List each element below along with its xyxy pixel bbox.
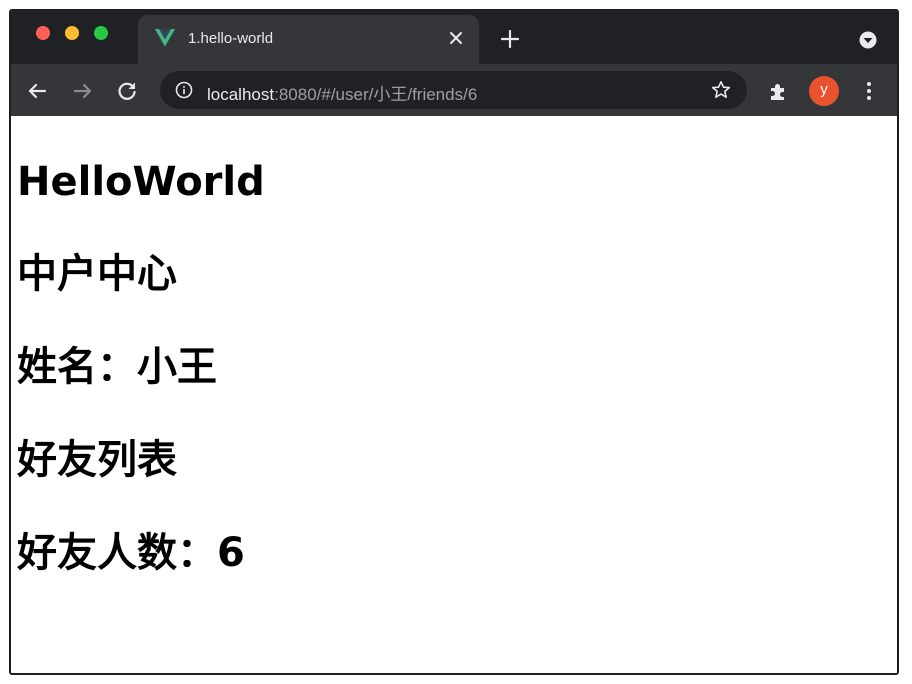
browser-window: 1.hello-world localhost:8080/#/user/小王/f… (9, 9, 899, 675)
close-tab-icon[interactable] (448, 30, 464, 46)
minimize-window-button[interactable] (65, 26, 79, 40)
bookmark-star-icon[interactable] (711, 80, 731, 100)
vue-logo-icon (155, 29, 175, 47)
forward-arrow-icon[interactable] (72, 80, 94, 102)
tab-hello-world[interactable]: 1.hello-world (138, 15, 479, 64)
url-text: localhost:8080/#/user/小王/friends/6 (207, 80, 477, 105)
tab-strip: 1.hello-world (11, 11, 897, 64)
browser-toolbar: localhost:8080/#/user/小王/friends/6 y (11, 64, 897, 116)
info-icon[interactable] (175, 81, 193, 99)
extensions-puzzle-icon[interactable] (767, 80, 789, 102)
page-content: HelloWorld 中户中心 姓名：小王 好友列表 好友人数：6 (11, 116, 897, 673)
tab-title: 1.hello-world (188, 30, 274, 47)
user-center-heading: 中户中心 (17, 251, 177, 297)
profile-avatar[interactable]: y (809, 76, 839, 106)
back-arrow-icon[interactable] (26, 80, 48, 102)
maximize-window-button[interactable] (94, 26, 108, 40)
reload-icon[interactable] (116, 80, 138, 102)
url-path: :8080/#/user/小王/friends/6 (274, 85, 478, 104)
address-bar[interactable]: localhost:8080/#/user/小王/friends/6 (160, 71, 747, 109)
user-name-heading: 姓名：小王 (17, 344, 217, 390)
more-menu-icon[interactable] (859, 80, 879, 102)
close-window-button[interactable] (36, 26, 50, 40)
friend-count-heading: 好友人数：6 (17, 530, 245, 576)
tab-search-icon[interactable] (859, 31, 877, 49)
url-host: localhost (207, 85, 275, 104)
friend-list-heading: 好友列表 (17, 437, 177, 483)
new-tab-icon[interactable] (500, 29, 520, 49)
hello-world-heading: HelloWorld (17, 159, 265, 205)
